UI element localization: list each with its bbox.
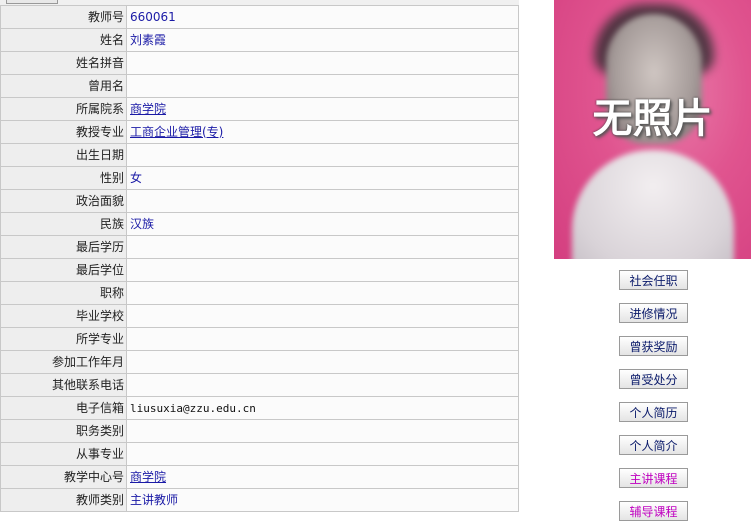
info-value-cell [126, 143, 519, 167]
info-label: 参加工作年月 [0, 350, 127, 374]
info-label: 职务类别 [0, 419, 127, 443]
info-value-cell: 主讲教师 [126, 488, 519, 512]
top-tab[interactable] [6, 0, 58, 4]
side-button[interactable]: 个人简历 [619, 402, 688, 422]
info-value-cell: 汉族 [126, 212, 519, 236]
info-label: 职称 [0, 281, 127, 305]
info-value-cell [126, 327, 519, 351]
info-label: 姓名 [0, 28, 127, 52]
info-row: 参加工作年月 [0, 350, 519, 374]
info-row: 最后学历 [0, 235, 519, 259]
info-row: 从事专业 [0, 442, 519, 466]
side-button[interactable]: 个人简介 [619, 435, 688, 455]
info-label: 教学中心号 [0, 465, 127, 489]
info-row: 最后学位 [0, 258, 519, 282]
info-row: 曾用名 [0, 74, 519, 98]
info-value-cell [126, 419, 519, 443]
side-button[interactable]: 主讲课程 [619, 468, 688, 488]
info-value-cell: 工商企业管理(专) [126, 120, 519, 144]
side-button[interactable]: 社会任职 [619, 270, 688, 290]
info-row: 电子信箱 liusuxia@zzu.edu.cn [0, 396, 519, 420]
info-row: 姓名 刘素霞 [0, 28, 519, 52]
info-row: 所学专业 [0, 327, 519, 351]
info-label: 教授专业 [0, 120, 127, 144]
info-value-cell [126, 281, 519, 305]
info-label: 最后学位 [0, 258, 127, 282]
info-label: 所学专业 [0, 327, 127, 351]
info-label: 所属院系 [0, 97, 127, 121]
info-value: 女 [130, 170, 143, 185]
info-value-cell [126, 442, 519, 466]
info-value-cell [126, 189, 519, 213]
info-value: 主讲教师 [130, 492, 179, 507]
info-value-cell: 刘素霞 [126, 28, 519, 52]
info-row: 姓名拼音 [0, 51, 519, 75]
info-value-link[interactable]: 工商企业管理(专) [130, 125, 223, 139]
info-value-cell [126, 51, 519, 75]
info-value-cell: 商学院 [126, 97, 519, 121]
info-label: 民族 [0, 212, 127, 236]
info-value: 660061 [130, 9, 176, 24]
info-value: liusuxia@zzu.edu.cn [130, 401, 256, 415]
side-button[interactable]: 曾受处分 [619, 369, 688, 389]
info-label: 从事专业 [0, 442, 127, 466]
info-value-link[interactable]: 商学院 [130, 102, 166, 116]
info-value-cell [126, 74, 519, 98]
info-label: 出生日期 [0, 143, 127, 167]
info-value-cell [126, 235, 519, 259]
info-row: 教师号 660061 [0, 5, 519, 29]
photo-shoulders [572, 150, 734, 259]
info-value-cell: liusuxia@zzu.edu.cn [126, 396, 519, 420]
info-row: 性别女 [0, 166, 519, 190]
info-value-cell [126, 373, 519, 397]
info-row: 教师类别 主讲教师 [0, 488, 519, 512]
info-row: 所属院系 商学院 [0, 97, 519, 121]
info-row: 毕业学校 [0, 304, 519, 328]
info-value: 刘素霞 [130, 32, 167, 47]
teacher-photo: 无照片 [554, 0, 751, 259]
info-label: 教师号 [0, 5, 127, 29]
teacher-info-table: 教师号 660061 姓名 刘素霞 姓名拼音 曾用名 所属院系 商学院 教授专业 工商企业管理(专… [0, 5, 519, 512]
info-label: 电子信箱 [0, 396, 127, 420]
info-value-cell [126, 258, 519, 282]
info-value-cell [126, 350, 519, 374]
info-label: 其他联系电话 [0, 373, 127, 397]
info-row: 教学中心号 商学院 [0, 465, 519, 489]
side-button[interactable]: 进修情况 [619, 303, 688, 323]
no-photo-label: 无照片 [592, 96, 713, 142]
info-row: 职务类别 [0, 419, 519, 443]
info-value: 汉族 [130, 216, 155, 231]
info-value-cell: 660061 [126, 5, 519, 29]
info-label: 性别 [0, 166, 127, 190]
info-row: 出生日期 [0, 143, 519, 167]
info-label: 毕业学校 [0, 304, 127, 328]
info-value-cell: 商学院 [126, 465, 519, 489]
info-row: 其他联系电话 [0, 373, 519, 397]
info-value-cell [126, 304, 519, 328]
info-value-cell: 女 [126, 166, 519, 190]
info-label: 最后学历 [0, 235, 127, 259]
info-row: 政治面貌 [0, 189, 519, 213]
info-row: 职称 [0, 281, 519, 305]
info-label: 教师类别 [0, 488, 127, 512]
info-label: 曾用名 [0, 74, 127, 98]
info-label: 政治面貌 [0, 189, 127, 213]
side-button[interactable]: 曾获奖励 [619, 336, 688, 356]
side-button[interactable]: 辅导课程 [619, 501, 688, 521]
info-row: 民族 汉族 [0, 212, 519, 236]
info-row: 教授专业 工商企业管理(专) [0, 120, 519, 144]
info-value-link[interactable]: 商学院 [130, 470, 166, 484]
info-label: 姓名拼音 [0, 51, 127, 75]
